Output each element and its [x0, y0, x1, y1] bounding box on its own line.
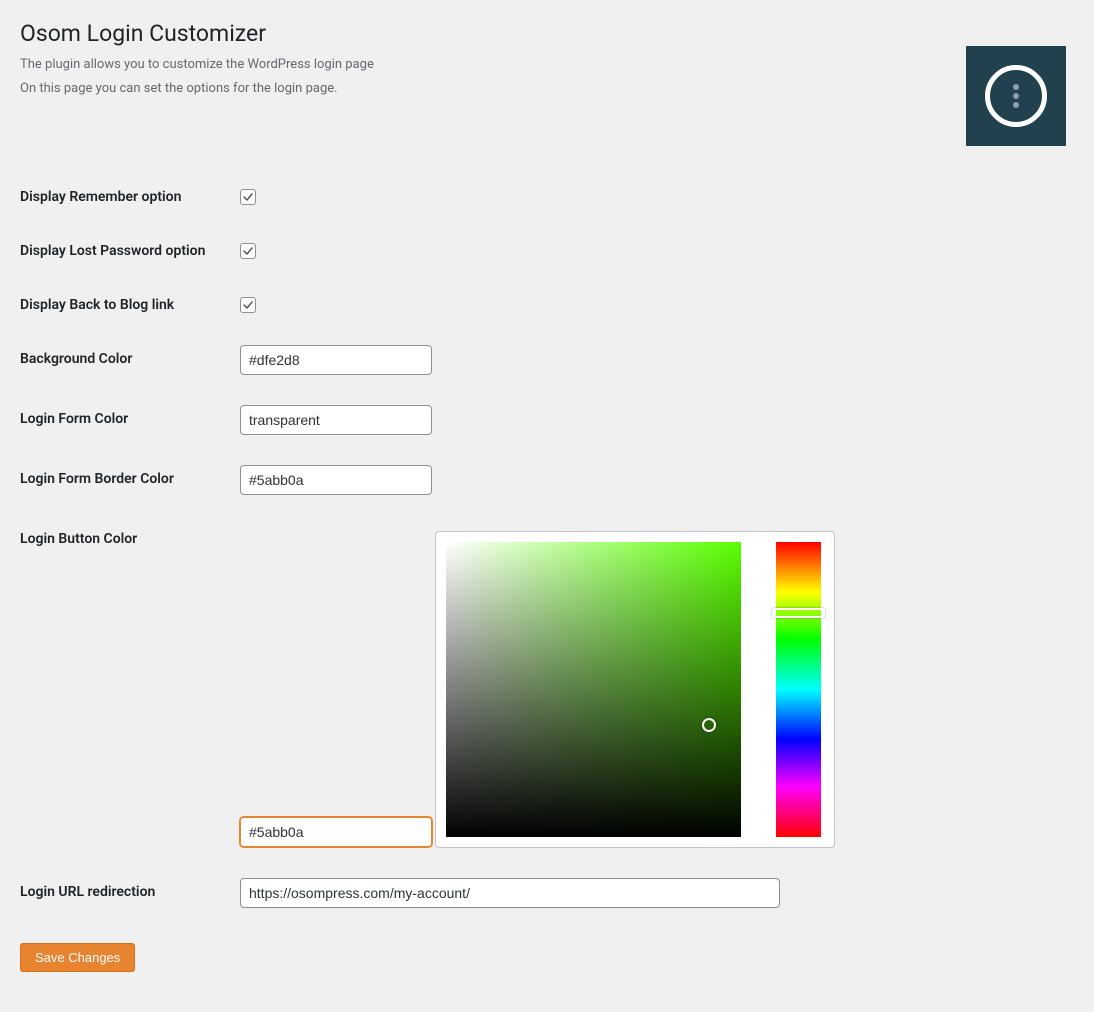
settings-form: Display Remember option Display Lost Pas…	[20, 168, 1074, 923]
check-icon	[242, 191, 254, 203]
logo-dot-icon	[1013, 102, 1019, 108]
saturation-cursor-icon[interactable]	[702, 718, 716, 732]
input-login-button-color[interactable]	[240, 817, 432, 847]
save-button[interactable]: Save Changes	[20, 943, 135, 972]
label-background-color: Background Color	[20, 345, 240, 367]
input-background-color[interactable]	[240, 345, 432, 375]
checkbox-back-to-blog[interactable]	[240, 297, 256, 313]
field-remember: Display Remember option	[20, 168, 1074, 222]
checkbox-lost-password[interactable]	[240, 243, 256, 259]
logo-dot-icon	[1013, 93, 1019, 99]
logo-dot-icon	[1013, 84, 1019, 90]
color-picker	[435, 531, 835, 848]
field-login-button-color: Login Button Color	[20, 510, 1074, 863]
logo-circle-icon	[985, 65, 1047, 127]
field-background-color: Background Color	[20, 330, 1074, 390]
hue-cursor-icon[interactable]	[772, 608, 825, 618]
label-login-button-color: Login Button Color	[20, 525, 240, 547]
label-login-form-color: Login Form Color	[20, 405, 240, 427]
input-login-form-border-color[interactable]	[240, 465, 432, 495]
label-lost-password: Display Lost Password option	[20, 237, 240, 259]
field-login-form-border-color: Login Form Border Color	[20, 450, 1074, 510]
check-icon	[242, 299, 254, 311]
description-line-2: On this page you can set the options for…	[20, 79, 1074, 99]
field-back-to-blog: Display Back to Blog link	[20, 276, 1074, 330]
input-login-form-color[interactable]	[240, 405, 432, 435]
hue-slider[interactable]	[776, 542, 821, 837]
label-login-form-border-color: Login Form Border Color	[20, 465, 240, 487]
check-icon	[242, 245, 254, 257]
plugin-logo	[966, 46, 1066, 146]
description-line-1: The plugin allows you to customize the W…	[20, 55, 1074, 75]
checkbox-remember[interactable]	[240, 189, 256, 205]
label-login-url-redirection: Login URL redirection	[20, 878, 240, 900]
page-title: Osom Login Customizer	[20, 20, 1074, 47]
field-login-url-redirection: Login URL redirection	[20, 863, 1074, 923]
saturation-area[interactable]	[446, 542, 741, 837]
label-remember: Display Remember option	[20, 183, 240, 205]
field-login-form-color: Login Form Color	[20, 390, 1074, 450]
input-login-url-redirection[interactable]	[240, 878, 780, 908]
field-lost-password: Display Lost Password option	[20, 222, 1074, 276]
label-back-to-blog: Display Back to Blog link	[20, 291, 240, 313]
